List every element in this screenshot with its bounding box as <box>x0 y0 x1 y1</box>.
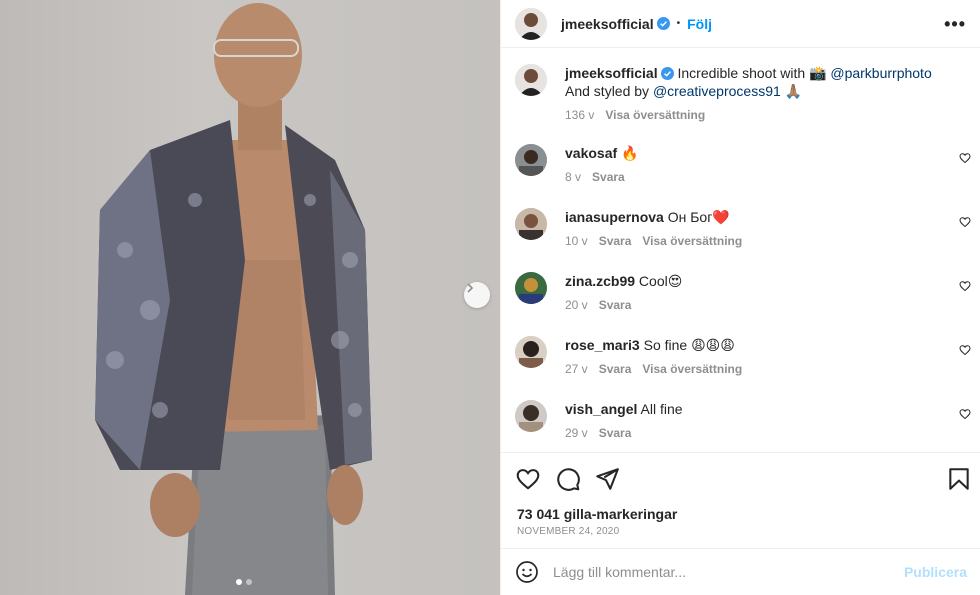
carousel-dot-active <box>236 579 242 585</box>
comment-text: So fine 😩😩😩 <box>643 337 735 353</box>
more-options-button[interactable]: ••• <box>944 15 966 33</box>
verified-badge-icon <box>660 67 674 80</box>
comment-username[interactable]: vish_angel <box>565 401 637 417</box>
comment-text: Cool😍 <box>638 273 683 289</box>
heart-icon[interactable] <box>959 216 971 228</box>
reply-button[interactable]: Svara <box>599 424 632 442</box>
post-image[interactable] <box>0 0 500 595</box>
heart-icon[interactable] <box>959 408 971 420</box>
commenter-avatar[interactable] <box>515 144 547 176</box>
share-icon[interactable] <box>594 466 620 492</box>
bookmark-icon[interactable] <box>946 466 972 492</box>
post-header: jmeeksofficial • Följ ••• <box>501 0 980 48</box>
comment-time: 8 v <box>565 170 582 184</box>
caption-avatar[interactable] <box>515 64 547 96</box>
comment-item: rose_mari3 So fine 😩😩😩 27 v Svara Visa öve… <box>501 336 980 378</box>
comment-item: vakosaf 🔥 8 v Svara <box>501 144 980 186</box>
caption-text-1: Incredible shoot with <box>677 65 806 81</box>
heart-icon[interactable] <box>515 466 541 492</box>
comment-time: 20 v <box>565 298 588 312</box>
author-avatar[interactable] <box>515 7 547 40</box>
commenter-avatar[interactable] <box>515 336 547 368</box>
comment-text: 🔥 <box>621 145 639 161</box>
comment-time: 10 v <box>565 234 588 248</box>
heart-icon[interactable] <box>959 152 971 164</box>
reply-button[interactable]: Svara <box>599 296 632 314</box>
reply-button[interactable]: Svara <box>599 232 632 250</box>
reply-button[interactable]: Svara <box>592 168 625 186</box>
author-username[interactable]: jmeeksofficial <box>561 16 654 32</box>
post-actions: 73 041 gilla-markeringar NOVEMBER 24, 20… <box>501 452 980 548</box>
comments-list[interactable]: jmeeksofficial Incredible shoot with 📸 @… <box>501 48 980 452</box>
mention-link[interactable]: @parkburrphoto <box>830 65 931 81</box>
carousel-dot <box>246 579 252 585</box>
emoji-icon[interactable] <box>515 560 539 584</box>
heart-icon[interactable] <box>959 344 971 356</box>
translate-link[interactable]: Visa översättning <box>605 106 705 124</box>
post-panel: jmeeksofficial • Följ ••• jmeeksofficial… <box>500 0 980 595</box>
comment-item: ianasupernova Он Бог❤️ 10 v Svara Visa öve… <box>501 208 980 250</box>
comment-text: Он Бог❤️ <box>667 209 730 225</box>
comment-time: 27 v <box>565 362 588 376</box>
comment-time: 29 v <box>565 426 588 440</box>
caption: jmeeksofficial Incredible shoot with 📸 @… <box>501 64 980 124</box>
chevron-right-icon <box>467 283 474 293</box>
comment-username[interactable]: rose_mari3 <box>565 337 640 353</box>
camera-emoji: 📸 <box>809 65 827 81</box>
comment-text: All fine <box>640 401 683 417</box>
comment-icon[interactable] <box>555 466 581 492</box>
comment-username[interactable]: ianasupernova <box>565 209 664 225</box>
caption-time: 136 v <box>565 108 595 122</box>
translate-link[interactable]: Visa översättning <box>642 360 742 378</box>
commenter-avatar[interactable] <box>515 272 547 304</box>
publish-button[interactable]: Publicera <box>904 564 967 580</box>
comment-input[interactable] <box>553 564 896 580</box>
comment-item: vish_angel All fine 29 v Svara <box>501 400 980 442</box>
follow-button[interactable]: Följ <box>687 16 712 32</box>
post-date: NOVEMBER 24, 2020 <box>517 526 620 537</box>
comment-username[interactable]: zina.zcb99 <box>565 273 635 289</box>
comment-composer: Publicera <box>501 548 980 595</box>
comment-username[interactable]: vakosaf <box>565 145 617 161</box>
translate-link[interactable]: Visa översättning <box>642 232 742 250</box>
likes-count[interactable]: 73 041 gilla-markeringar <box>517 506 677 522</box>
caption-username[interactable]: jmeeksofficial <box>565 65 658 81</box>
commenter-avatar[interactable] <box>515 400 547 432</box>
pray-emoji: 🙏🏽 <box>784 83 803 99</box>
header-separator: • <box>676 18 681 29</box>
mention-link[interactable]: @creativeprocess91 <box>653 83 781 99</box>
reply-button[interactable]: Svara <box>599 360 632 378</box>
carousel-indicator <box>236 579 252 585</box>
caption-text-2: And styled by <box>565 83 650 99</box>
next-image-button[interactable] <box>464 282 490 308</box>
comment-item: zina.zcb99 Cool😍 20 v Svara <box>501 272 980 314</box>
commenter-avatar[interactable] <box>515 208 547 240</box>
verified-badge-icon <box>656 17 670 30</box>
post-photo <box>95 3 372 595</box>
heart-icon[interactable] <box>959 280 971 292</box>
